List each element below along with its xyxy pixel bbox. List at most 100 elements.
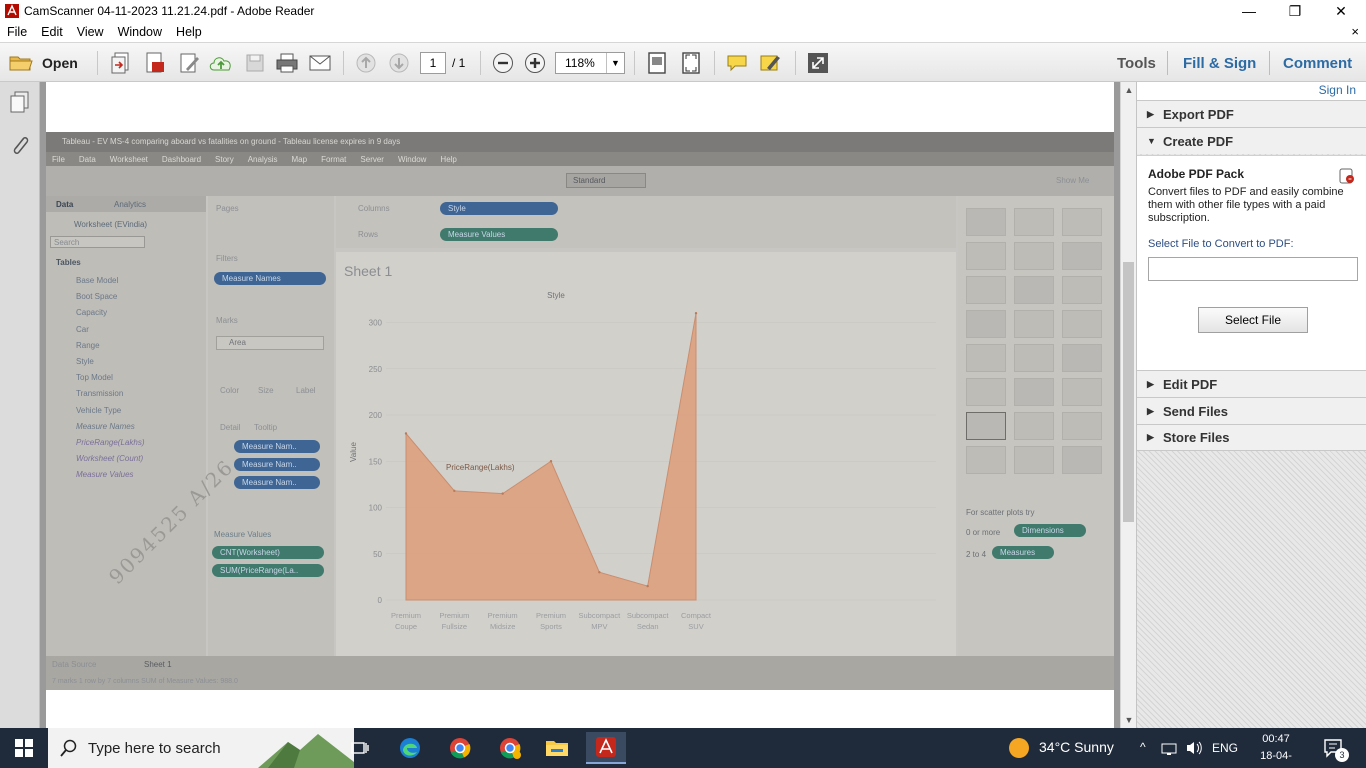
- chevron-down-icon[interactable]: ▼: [606, 53, 624, 73]
- tools-tab[interactable]: Tools: [1117, 55, 1156, 72]
- tableau-menu-item: Server: [360, 154, 384, 164]
- comment-tab[interactable]: Comment: [1283, 55, 1352, 72]
- store-files-section[interactable]: ▶ Store Files: [1137, 424, 1366, 451]
- network-icon[interactable]: [1161, 742, 1177, 756]
- full-screen-button[interactable]: [804, 49, 832, 77]
- tableau-canvas: Sheet 1 Style Value 0 50 100 150 200 250 300 Price…: [336, 252, 956, 656]
- fill-sign-tab[interactable]: Fill & Sign: [1183, 55, 1256, 72]
- start-button[interactable]: [4, 732, 44, 764]
- columns-pill: Style: [440, 202, 558, 215]
- chrome-button[interactable]: [440, 732, 480, 764]
- zoom-select[interactable]: 118% ▼: [555, 52, 625, 74]
- zoom-in-button[interactable]: [521, 49, 549, 77]
- select-file-label: Select File to Convert to PDF:: [1148, 238, 1294, 250]
- close-document-button[interactable]: ×: [1351, 24, 1359, 39]
- edge-button[interactable]: [390, 732, 430, 764]
- edit-pdf-label: Edit PDF: [1163, 376, 1218, 392]
- clock[interactable]: 00:47 18-04-2023: [1248, 731, 1304, 768]
- mark-pill: Measure Nam..: [234, 458, 320, 471]
- show-me-chart-option: [1062, 276, 1102, 304]
- data-point: [598, 571, 601, 574]
- page-number-input[interactable]: 1: [420, 52, 446, 74]
- save-button[interactable]: [240, 49, 270, 77]
- measure-value-pill: SUM(PriceRange(La..: [212, 564, 324, 577]
- arrow-down-icon: [389, 53, 409, 73]
- field-item: PriceRange(Lakhs): [76, 438, 145, 447]
- menu-file[interactable]: File: [0, 25, 34, 39]
- x-tick-label: Premium Sports: [536, 611, 566, 631]
- menu-help[interactable]: Help: [169, 25, 209, 39]
- vertical-scrollbar[interactable]: ▲ ▼: [1120, 82, 1136, 728]
- open-button[interactable]: Open: [8, 49, 88, 77]
- show-me-chart-option: [966, 446, 1006, 474]
- taskbar-search[interactable]: Type here to search: [48, 728, 354, 768]
- tableau-title-bar: Tableau - EV MS-4 comparing aboard vs fa…: [46, 132, 1114, 152]
- speaker-icon[interactable]: [1185, 740, 1203, 756]
- file-explorer-button[interactable]: [537, 732, 577, 764]
- show-me-chart-option: [966, 344, 1006, 372]
- file-path-input[interactable]: [1148, 257, 1358, 281]
- close-button[interactable]: ✕: [1318, 0, 1364, 22]
- hint-dim-label: 0 or more: [966, 528, 1001, 537]
- area-chart: Sheet 1 Style Value 0 50 100 150 200 250 300 Price…: [344, 263, 936, 631]
- chevron-up-icon[interactable]: ^: [1140, 740, 1146, 754]
- zoom-out-button[interactable]: [489, 49, 517, 77]
- show-me-chart-option: [1062, 242, 1102, 270]
- page-thumbnails-button[interactable]: [9, 90, 31, 117]
- scroll-up-arrow-icon[interactable]: ▲: [1121, 82, 1137, 98]
- fit-page-icon: [648, 52, 666, 74]
- print-button[interactable]: [272, 49, 302, 77]
- fit-width-button[interactable]: [677, 49, 705, 77]
- document-viewer[interactable]: Tableau - EV MS-4 comparing aboard vs fa…: [40, 82, 1120, 728]
- columns-label: Columns: [358, 204, 390, 213]
- send-files-section[interactable]: ▶ Send Files: [1137, 397, 1366, 424]
- language-indicator[interactable]: ENG: [1212, 741, 1238, 755]
- select-file-button[interactable]: Select File: [1198, 307, 1308, 333]
- upload-button[interactable]: [206, 49, 236, 77]
- tableau-menu-item: Analysis: [247, 154, 278, 164]
- chrome-profile-button[interactable]: [490, 732, 530, 764]
- show-me-chart-option: [1062, 446, 1102, 474]
- scroll-down-arrow-icon[interactable]: ▼: [1121, 712, 1137, 728]
- edit-pdf-section[interactable]: ▶ Edit PDF: [1137, 370, 1366, 397]
- show-me-chart-option: [966, 378, 1006, 406]
- email-button[interactable]: [305, 49, 335, 77]
- menu-window[interactable]: Window: [111, 25, 169, 39]
- navigation-pane: [0, 82, 40, 728]
- fit-page-button[interactable]: [643, 49, 671, 77]
- store-files-label: Store Files: [1163, 430, 1230, 445]
- minimize-button[interactable]: —: [1226, 0, 1272, 22]
- highlight-button[interactable]: [756, 49, 784, 77]
- adobe-reader-task-button[interactable]: [586, 732, 626, 764]
- show-me-chart-option: [966, 208, 1006, 236]
- edit-form-button[interactable]: [174, 49, 204, 77]
- sticky-note-button[interactable]: [723, 49, 751, 77]
- create-pdf-section[interactable]: ▼ Create PDF: [1137, 127, 1366, 154]
- weather-text[interactable]: 34°C Sunny: [1039, 739, 1114, 755]
- combine-pdf-button[interactable]: [140, 49, 170, 77]
- task-view-button[interactable]: [340, 732, 380, 764]
- pdf-page: Tableau - EV MS-4 comparing aboard vs fa…: [46, 82, 1114, 728]
- chrome-icon: [450, 738, 471, 759]
- toolbar: Open 1 / 1 118% ▼ Tools Fill & Sign Comm…: [0, 42, 1366, 82]
- show-me-chart-option: [1062, 208, 1102, 236]
- mark-pill: Measure Nam..: [234, 476, 320, 489]
- y-axis-label: Value: [349, 442, 358, 462]
- measure-value-pill: CNT(Worksheet): [212, 546, 324, 559]
- create-pdf-button[interactable]: [106, 49, 136, 77]
- show-me-chart-option: [1014, 242, 1054, 270]
- menu-view[interactable]: View: [70, 25, 111, 39]
- export-pdf-section[interactable]: ▶ Export PDF: [1137, 100, 1366, 127]
- next-page-button[interactable]: [385, 49, 413, 77]
- tableau-menu-item: File: [52, 154, 65, 164]
- tables-label: Tables: [56, 258, 81, 267]
- previous-page-button[interactable]: [352, 49, 380, 77]
- sign-in-link[interactable]: Sign In: [1319, 83, 1356, 97]
- edge-icon: [400, 738, 420, 758]
- pdf-pack-icon[interactable]: [1338, 167, 1356, 185]
- menu-edit[interactable]: Edit: [34, 25, 70, 39]
- show-me-chart-option: [1014, 310, 1054, 338]
- attachments-button[interactable]: [9, 132, 31, 161]
- restore-button[interactable]: ❐: [1272, 0, 1318, 22]
- scroll-thumb[interactable]: [1123, 262, 1134, 522]
